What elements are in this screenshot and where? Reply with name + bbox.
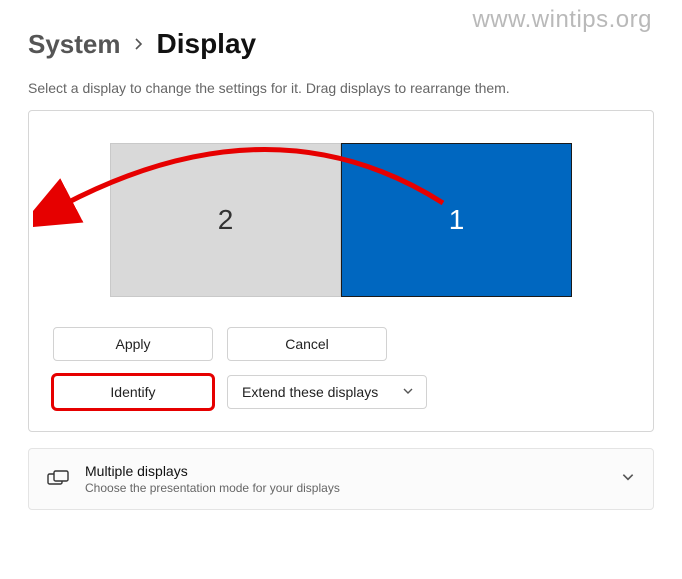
display-arrangement-area[interactable]: 2 1 xyxy=(53,129,629,321)
multiple-displays-icon xyxy=(47,468,69,490)
monitor-1[interactable]: 1 xyxy=(341,143,572,297)
display-mode-select[interactable]: Extend these displays xyxy=(227,375,427,409)
breadcrumb-parent[interactable]: System xyxy=(28,29,121,60)
display-mode-value: Extend these displays xyxy=(242,384,378,400)
identify-button[interactable]: Identify xyxy=(53,375,213,409)
page-title: Display xyxy=(157,28,257,60)
expander-title: Multiple displays xyxy=(85,463,605,479)
monitor-2[interactable]: 2 xyxy=(110,143,341,297)
expander-text: Multiple displays Choose the presentatio… xyxy=(85,463,605,495)
chevron-right-icon xyxy=(133,34,145,55)
cancel-button[interactable]: Cancel xyxy=(227,327,387,361)
breadcrumb: System Display xyxy=(28,28,654,60)
chevron-down-icon xyxy=(402,384,414,400)
apply-button[interactable]: Apply xyxy=(53,327,213,361)
chevron-down-icon xyxy=(621,470,635,489)
instruction-text: Select a display to change the settings … xyxy=(28,80,654,96)
display-arrangement-panel: 2 1 Apply Cancel Identify Extend these d… xyxy=(28,110,654,432)
multiple-displays-expander[interactable]: Multiple displays Choose the presentatio… xyxy=(28,448,654,510)
expander-subtitle: Choose the presentation mode for your di… xyxy=(85,481,605,495)
